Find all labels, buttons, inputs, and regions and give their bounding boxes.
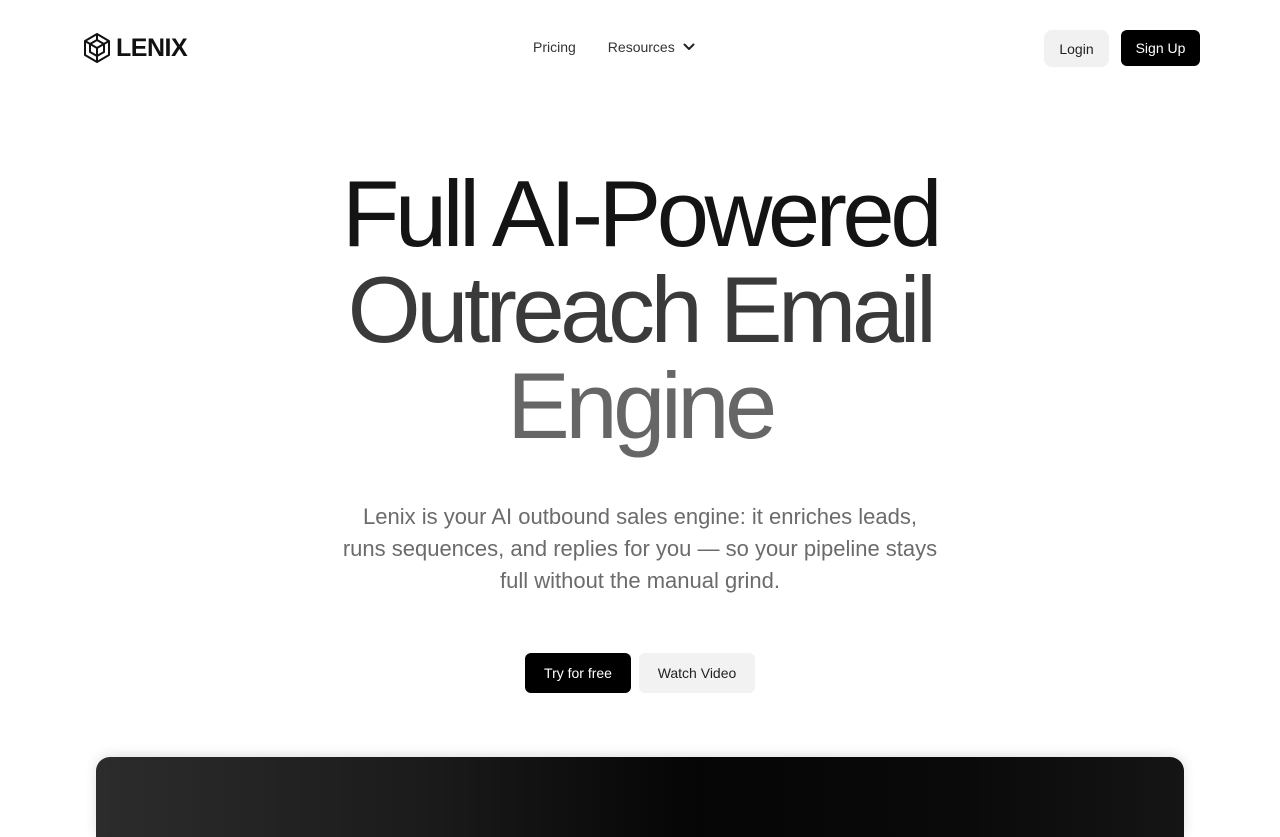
brand-logo[interactable]: LENIX	[82, 31, 188, 65]
hero-title-line-3: Engine	[507, 353, 777, 458]
chevron-down-icon	[683, 43, 695, 51]
nav-resources-label: Resources	[607, 39, 675, 55]
hero-subtitle: Lenix is your AI outbound sales engine: …	[342, 504, 938, 593]
signup-button[interactable]: Sign Up	[1121, 30, 1200, 66]
main-nav: Pricing Resources	[533, 37, 695, 57]
hero-title-line-2: Outreach Email	[347, 257, 937, 362]
login-button[interactable]: Login	[1044, 30, 1109, 67]
top-navigation: LENIX Pricing Resources Login Sign Up	[0, 0, 1280, 96]
nav-pricing-link[interactable]: Pricing	[533, 37, 576, 57]
hero-title: Full AI-Powered Outreach Email Engine	[0, 166, 1280, 454]
hero-cta-group: Try for free Watch Video	[525, 653, 755, 693]
try-for-free-button[interactable]: Try for free	[525, 653, 631, 693]
hexagon-knot-icon	[82, 32, 112, 64]
brand-name: LENIX	[116, 33, 188, 62]
nav-resources-dropdown[interactable]: Resources	[608, 37, 695, 57]
watch-video-button[interactable]: Watch Video	[639, 653, 755, 693]
hero-title-line-1: Full AI-Powered	[341, 161, 943, 266]
product-preview-panel	[96, 757, 1184, 837]
